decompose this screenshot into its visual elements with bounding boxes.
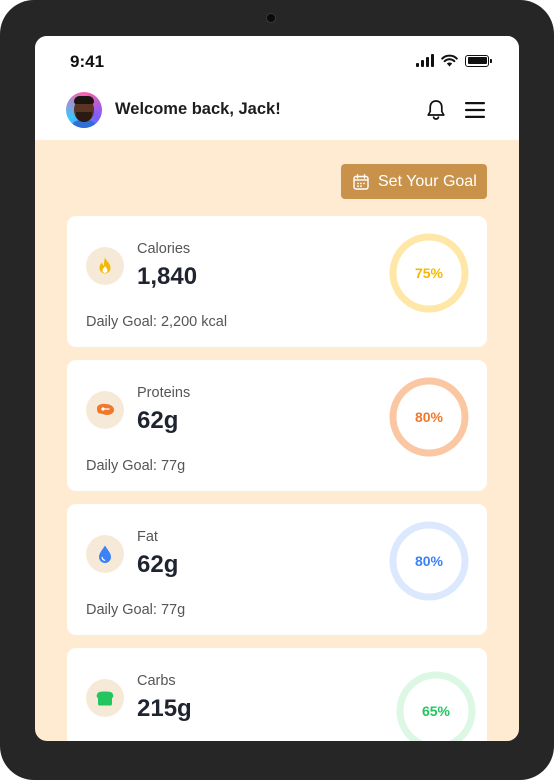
card-value: 1,840 [137,263,198,290]
steak-icon [97,403,114,415]
wifi-icon [441,54,458,67]
nutrient-card-fat[interactable]: Fat 62g Daily Goal: 77g 80% [67,504,487,635]
status-icons [416,54,492,67]
set-goal-button[interactable]: Set Your Goal [341,164,487,199]
nutrient-card-proteins[interactable]: Proteins 62g Daily Goal: 77g 80% [67,360,487,491]
avatar[interactable] [66,92,102,128]
tablet-frame: 9:41 Welcome back, Jack! Set Your Goal C… [0,0,554,780]
progress-percent: 80% [414,409,444,425]
progress-ring: 80% [388,520,470,602]
fat-icon-badge [86,535,124,573]
app-screen: 9:41 Welcome back, Jack! Set Your Goal C… [35,36,519,741]
battery-icon [465,54,492,67]
progress-percent: 75% [414,265,444,281]
camera-dot [266,13,276,23]
cellular-signal-icon [416,54,434,67]
flame-icon [99,257,111,274]
bell-icon[interactable] [426,99,446,121]
card-label: Carbs [137,673,176,689]
carbs-icon-badge [86,679,124,717]
droplet-icon [99,545,111,563]
progress-percent: 80% [414,553,444,569]
status-time: 9:41 [70,52,105,71]
welcome-title: Welcome back, Jack! [115,100,281,118]
progress-ring: 80% [388,376,470,458]
card-goal: Daily Goal: 77g [86,458,186,474]
progress-percent: 65% [421,703,451,719]
card-label: Fat [137,529,158,545]
card-goal: Daily Goal: 77g [86,602,186,618]
calendar-icon [353,173,369,190]
nutrient-card-carbs[interactable]: Carbs 215g 65% [67,648,487,741]
top-bar: 9:41 Welcome back, Jack! [35,36,519,140]
proteins-icon-badge [86,391,124,429]
card-label: Proteins [137,385,191,401]
card-label: Calories [137,241,191,257]
card-value: 215g [137,695,192,722]
nutrient-card-calories[interactable]: Calories 1,840 Daily Goal: 2,200 kcal 75… [67,216,487,347]
menu-icon[interactable] [464,101,486,119]
calories-icon-badge [86,247,124,285]
card-value: 62g [137,551,179,578]
card-value: 62g [137,407,179,434]
progress-ring: 75% [388,232,470,314]
card-goal: Daily Goal: 2,200 kcal [86,314,228,330]
set-goal-label: Set Your Goal [378,172,477,190]
bread-icon [96,691,114,706]
progress-ring: 65% [395,670,477,741]
